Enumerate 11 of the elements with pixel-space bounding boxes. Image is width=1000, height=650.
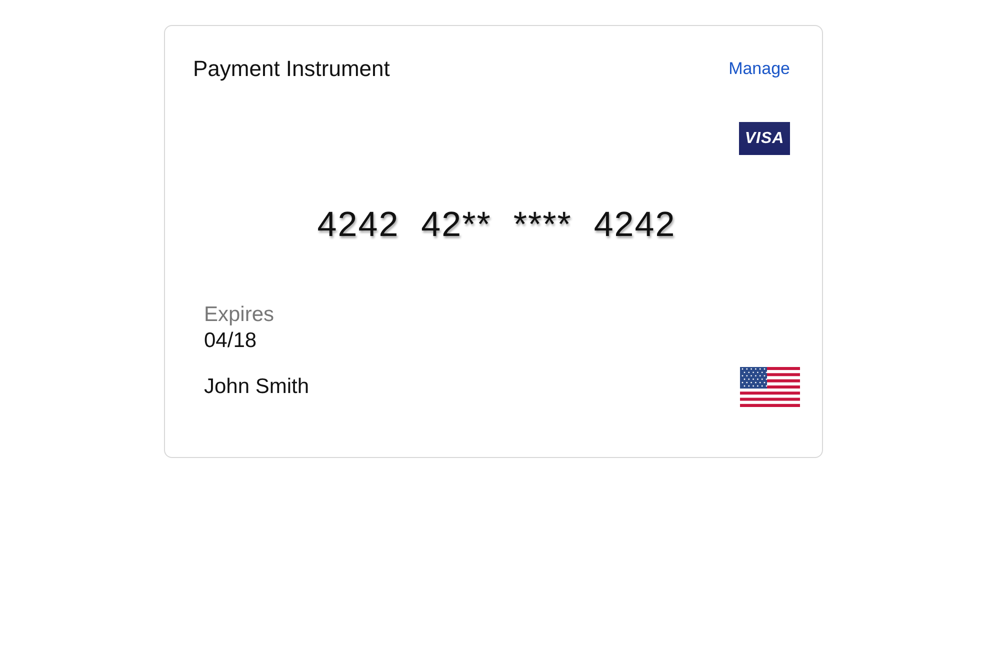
cardholder-name: John Smith xyxy=(204,375,310,399)
card-number-group: 4242 xyxy=(594,205,676,245)
flag-icon xyxy=(740,367,800,407)
card-number-group: 42** xyxy=(421,205,492,245)
card-brand-logo: VISA xyxy=(739,122,790,155)
manage-link[interactable]: Manage xyxy=(728,59,790,79)
card-number-group: 4242 xyxy=(317,205,400,245)
card-number-group: **** xyxy=(513,205,572,245)
card-title: Payment Instrument xyxy=(193,56,390,82)
expires-label: Expires xyxy=(204,303,276,327)
expires-value: 04/18 xyxy=(204,329,258,353)
